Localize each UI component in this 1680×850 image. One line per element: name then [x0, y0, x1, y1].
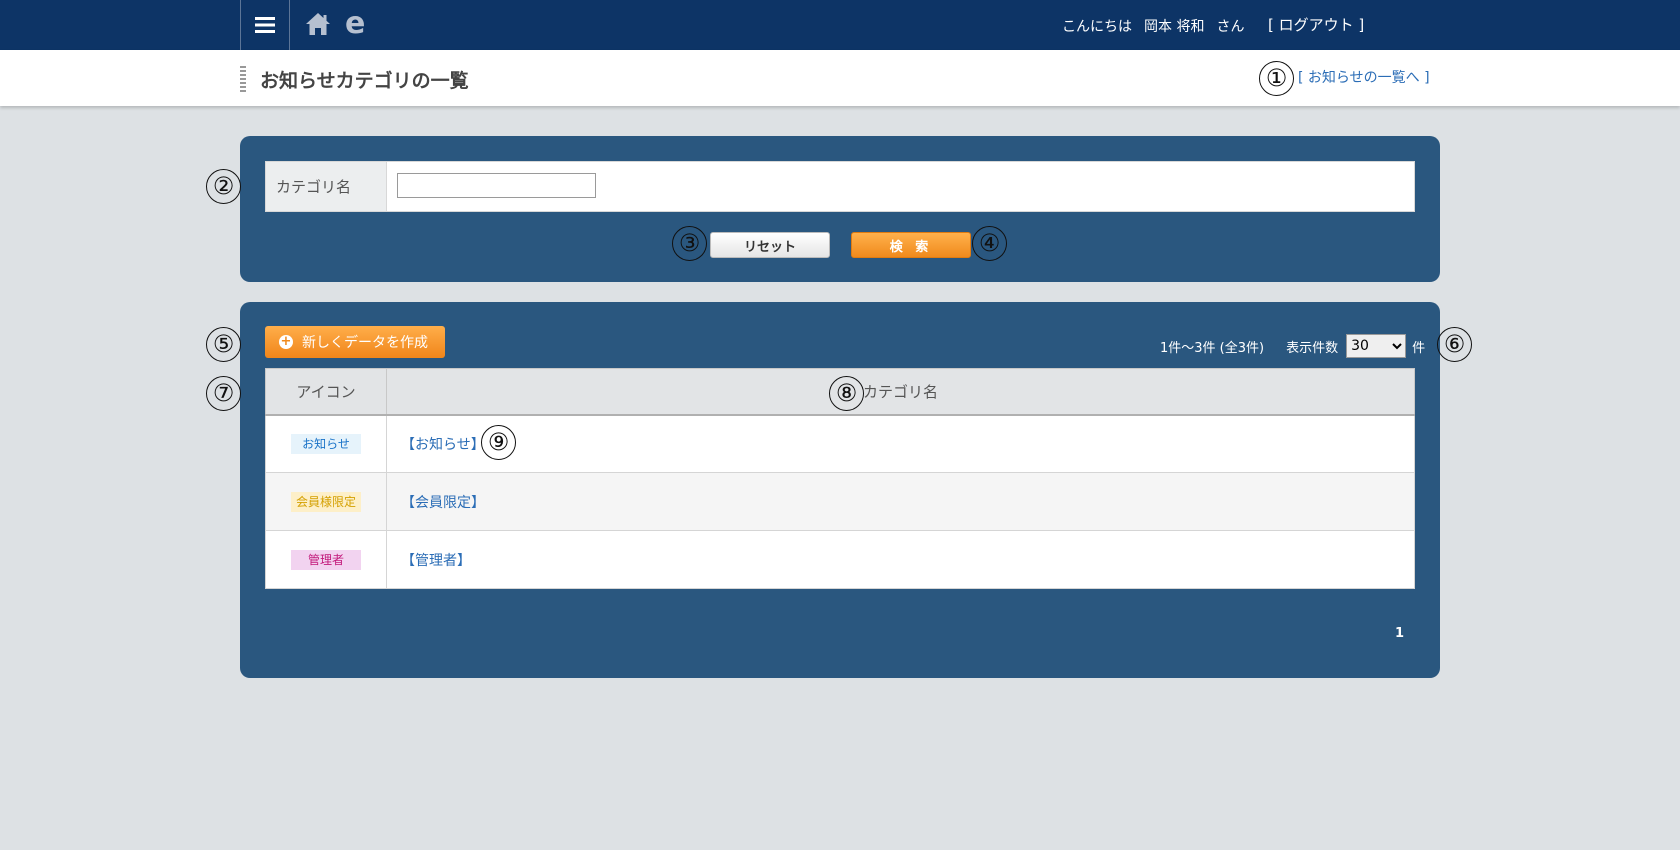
- annotation-marker-5: ⑤: [206, 327, 241, 362]
- title-bar-mark: [240, 66, 246, 94]
- icon-cell: お知らせ: [265, 414, 387, 473]
- annotation-marker-2: ②: [206, 169, 241, 204]
- search-panel: カテゴリ名 リセット 検 索: [240, 136, 1440, 282]
- per-page-unit: 件: [1412, 340, 1426, 356]
- top-bar: e こんにちは 岡本 将和 さん [ ログアウト ]: [0, 0, 1680, 50]
- reset-button[interactable]: リセット: [710, 232, 830, 258]
- category-name-link[interactable]: 【お知らせ】: [386, 414, 1415, 473]
- category-name-label: カテゴリ名: [266, 162, 387, 211]
- result-range-text: 1件～3件 (全3件): [1160, 340, 1265, 356]
- notice-list-link[interactable]: [ お知らせの一覧へ ]: [1298, 67, 1430, 87]
- annotation-marker-8: ⑧: [829, 376, 864, 411]
- category-badge: 管理者: [291, 549, 361, 570]
- per-page-label: 表示件数: [1286, 340, 1339, 356]
- table-row: 会員様限定 【会員限定】: [265, 472, 1415, 531]
- logout-link[interactable]: [ ログアウト ]: [1268, 14, 1364, 35]
- annotation-marker-1: ①: [1259, 61, 1294, 96]
- icon-cell: 管理者: [265, 530, 387, 589]
- per-page-select[interactable]: 30: [1346, 334, 1407, 358]
- category-name-column-header: カテゴリ名: [386, 368, 1415, 416]
- table-row: 管理者 【管理者】: [265, 530, 1415, 589]
- annotation-marker-3: ③: [672, 226, 707, 261]
- annotation-marker-9: ⑨: [481, 425, 516, 460]
- page-title: お知らせカテゴリの一覧: [260, 70, 469, 92]
- home-button[interactable]: [304, 10, 332, 38]
- user-name: 岡本 将和: [1144, 19, 1205, 35]
- category-list-panel: + 新しくデータを作成 1件～3件 (全3件) 表示件数 30 件 アイコン カ…: [240, 302, 1440, 678]
- category-name-input[interactable]: [397, 173, 596, 198]
- category-badge: 会員様限定: [291, 491, 361, 512]
- hamburger-menu-button[interactable]: [240, 0, 290, 50]
- category-name-search-row: カテゴリ名: [265, 161, 1415, 212]
- user-greeting: こんにちは 岡本 将和 さん: [1062, 16, 1256, 36]
- plus-circle-icon: +: [279, 334, 293, 349]
- result-count-area: 1件～3件 (全3件) 表示件数 30 件: [1160, 334, 1425, 358]
- greeting-text: こんにちは: [1062, 19, 1132, 35]
- home-icon: [306, 13, 330, 35]
- title-bar: お知らせカテゴリの一覧 [ お知らせの一覧へ ]: [0, 50, 1680, 106]
- category-badge: お知らせ: [291, 433, 361, 454]
- create-button-label: 新しくデータを作成: [302, 335, 428, 351]
- search-button[interactable]: 検 索: [851, 232, 971, 258]
- e-logo-button[interactable]: e: [345, 6, 365, 42]
- pagination-page-1[interactable]: 1: [1395, 626, 1404, 641]
- annotation-marker-6: ⑥: [1437, 327, 1472, 362]
- create-new-data-button[interactable]: + 新しくデータを作成: [265, 326, 445, 358]
- hamburger-icon: [255, 17, 275, 33]
- honorific-text: さん: [1216, 19, 1245, 35]
- icon-cell: 会員様限定: [265, 472, 387, 531]
- annotation-marker-7: ⑦: [206, 376, 241, 411]
- icon-column-header: アイコン: [265, 368, 387, 416]
- annotation-marker-4: ④: [972, 226, 1007, 261]
- category-name-link[interactable]: 【管理者】: [386, 530, 1415, 589]
- category-name-link[interactable]: 【会員限定】: [386, 472, 1415, 531]
- table-row: お知らせ 【お知らせ】: [265, 414, 1415, 473]
